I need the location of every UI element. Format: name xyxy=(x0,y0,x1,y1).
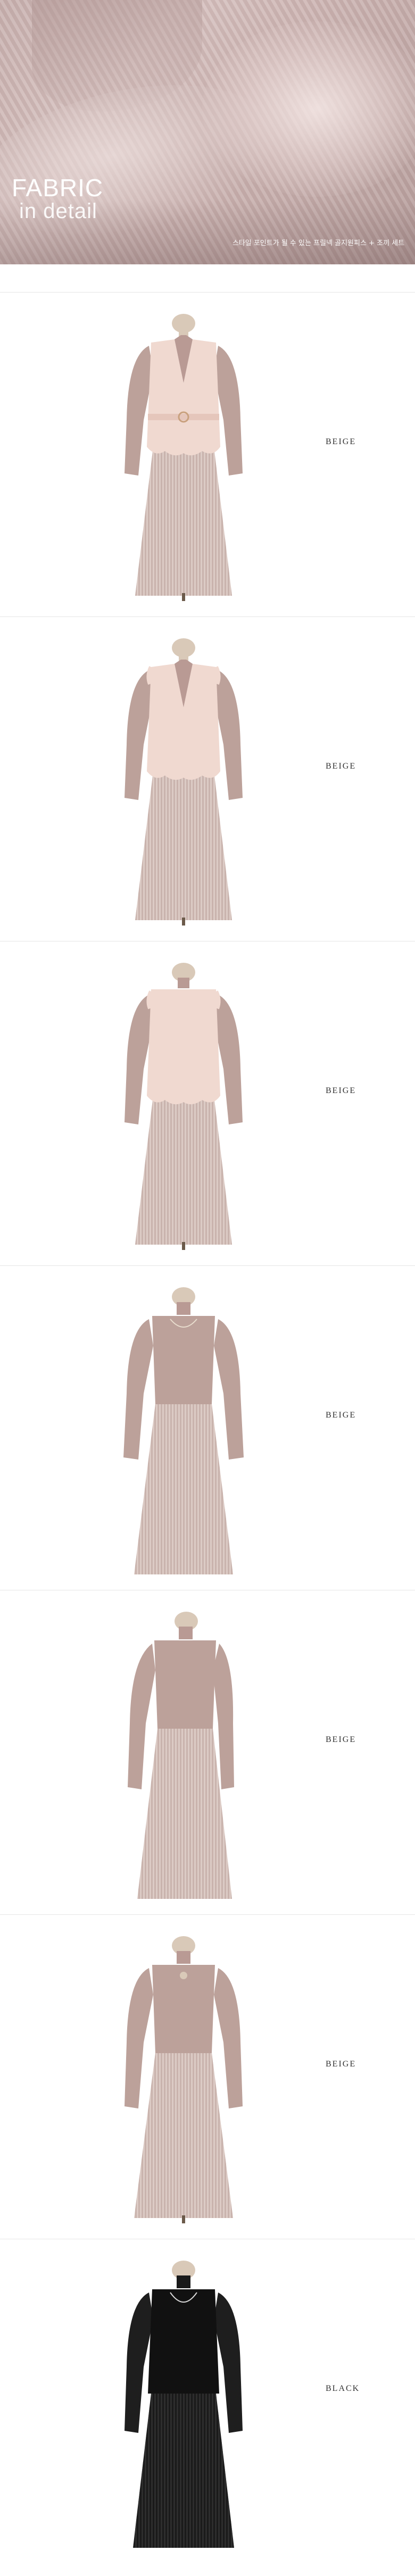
product-photo xyxy=(106,1287,261,1574)
color-label: BEIGE xyxy=(326,437,356,446)
product-section-5: BEIGE xyxy=(0,1590,415,1914)
product-section-3: BEIGE xyxy=(0,941,415,1265)
product-detail-page: FABRIC in detail 스타일 포인트가 될 수 있는 프릴넥 골지원… xyxy=(0,0,415,2575)
product-section-2: BEIGE xyxy=(0,616,415,940)
fabric-caption: 스타일 포인트가 될 수 있는 프릴넥 골지원피스 + 조끼 세트 xyxy=(232,239,404,247)
fabric-title: FABRIC in detail xyxy=(12,176,103,222)
color-label: BEIGE xyxy=(326,1735,356,1744)
product-section-7: BLACK xyxy=(0,2239,415,2576)
product-section-1: BEIGE xyxy=(0,292,415,616)
product-section-6: BEIGE xyxy=(0,1914,415,2238)
product-photo xyxy=(106,314,261,601)
color-label: BEIGE xyxy=(326,2060,356,2069)
product-photo xyxy=(106,638,261,926)
color-label: BEIGE xyxy=(326,1411,356,1420)
fabric-detail-banner: FABRIC in detail 스타일 포인트가 될 수 있는 프릴넥 골지원… xyxy=(0,0,415,264)
fabric-title-line2: in detail xyxy=(19,199,97,223)
product-photo xyxy=(106,2261,261,2548)
color-label: BEIGE xyxy=(326,762,356,771)
product-photo xyxy=(106,1612,261,1899)
product-photo xyxy=(106,963,261,1250)
fabric-title-line1: FABRIC xyxy=(12,174,104,202)
color-label: BEIGE xyxy=(326,1086,356,1095)
product-photo xyxy=(106,1936,261,2223)
product-section-4: BEIGE xyxy=(0,1265,415,1589)
color-label: BLACK xyxy=(326,2384,360,2393)
